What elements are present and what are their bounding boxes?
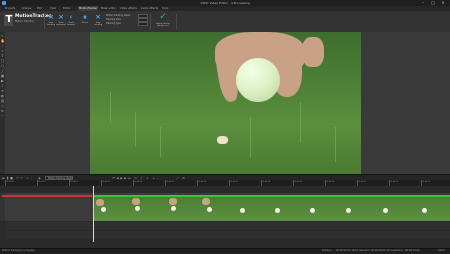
ruler-label: 00:00:10 — [326, 180, 335, 183]
apply-editing-label: Apply editing parameters — [156, 23, 170, 28]
clip-thumbnail — [128, 197, 164, 221]
sprite-tool-icon[interactable]: ◇ — [1, 104, 5, 108]
clip-thumbnail — [373, 197, 409, 221]
ruler-label: 00:00:00 — [6, 180, 15, 183]
motiontracker-logo-glyph: T — [5, 14, 13, 25]
tracking-object-label: Motion tracking object — [106, 14, 131, 17]
grass-blade — [110, 92, 111, 122]
end-selection-value: 00:00:13.00 — [405, 249, 420, 252]
app-subtitle: Motion tracking — [15, 20, 34, 23]
ribbon-separator — [150, 14, 151, 29]
text-tool-icon[interactable]: T — [1, 54, 5, 58]
ellipse-tool-icon[interactable]: ○ — [1, 64, 5, 68]
image-tool-icon[interactable]: ▣ — [1, 74, 5, 78]
clip-thumbnail — [163, 197, 199, 221]
ruler-label: 00:00:07 — [230, 180, 239, 183]
start-selection-label: Start selection: — [352, 249, 371, 252]
ruler-label: 00:00:09 — [294, 180, 303, 183]
ribbon-toolbar: T MotionTracker Motion tracking ⨯ Start … — [0, 11, 450, 33]
ruler-label: 00:00:06 — [198, 180, 207, 183]
position-label: Position: — [322, 249, 333, 252]
clip-thumbnail — [268, 197, 304, 221]
pause-icon: ⏸ — [83, 13, 87, 21]
crop-tool-icon[interactable]: ⌗ — [1, 49, 5, 53]
ruler-label: 00:00:01 — [38, 180, 47, 183]
ruler-label: 00:00:05 — [166, 180, 175, 183]
more-tools-icon[interactable]: ⋯ — [1, 114, 5, 118]
subtitle-tool-icon[interactable]: ≡ — [1, 109, 5, 113]
position-value: 00:00:03.04 — [336, 249, 351, 252]
empty-track[interactable] — [5, 231, 450, 239]
ruler-label: 00:00:11 — [358, 180, 367, 183]
stop-icon: ⨯ — [95, 13, 101, 21]
ruler-label: 00:00:02 — [70, 180, 79, 183]
grass-blade — [335, 127, 336, 162]
track-forward-label: Track forward — [67, 22, 75, 27]
chart-tool-icon[interactable]: ▥ — [1, 99, 5, 103]
mask-tool-icon[interactable]: ◐ — [1, 94, 5, 98]
grass-blade — [250, 117, 251, 157]
clip-thumbnail — [303, 197, 339, 221]
effects-tool-icon[interactable]: ✦ — [1, 89, 5, 93]
pause-label: Pause — [82, 22, 88, 24]
ruler-label: 00:00:12 — [390, 180, 399, 183]
clip-thumbnail — [408, 197, 450, 221]
golf-tee-image — [217, 136, 228, 144]
zoom-level: 100% — [438, 249, 445, 252]
track-forward-button[interactable]: ‹ Track forward — [66, 13, 76, 29]
stop-tracking-button[interactable]: ⨯ Stop tracking — [93, 13, 103, 29]
tracking-type-select[interactable] — [138, 21, 148, 26]
stop-label: Stop tracking — [93, 22, 103, 27]
track-start-icon: ⨯ — [48, 13, 54, 21]
start-selection-value: 00:00:00.00 — [371, 249, 386, 252]
track-backward-icon: ⨯ — [58, 13, 64, 21]
clip-thumbnail — [93, 197, 129, 221]
grass-blade — [160, 127, 161, 157]
zoom-tool-icon[interactable]: ⌕ — [1, 44, 5, 48]
ruler-label: 00:00:03 — [102, 180, 111, 183]
clip-thumbnail — [338, 197, 374, 221]
finger-image — [302, 37, 324, 67]
video-preview-frame[interactable] — [90, 32, 361, 174]
ruler-label: 00:00:04 — [134, 180, 143, 183]
video-tool-icon[interactable]: ▶ — [1, 79, 5, 83]
tracking-type-label: Tracking type — [106, 22, 121, 25]
timeline-playhead[interactable] — [93, 186, 94, 242]
clip-thumbnail — [198, 197, 234, 221]
tracking-area-label: Tracking area — [106, 18, 121, 21]
status-message: Motion tracking in progress — [2, 249, 35, 252]
apply-editing-button[interactable]: ✓ Apply editing parameters — [153, 13, 173, 29]
checkmark-icon: ✓ — [159, 12, 167, 22]
clip-thumbnail — [233, 197, 269, 221]
ruler-label: 00:00:08 — [262, 180, 271, 183]
ribbon-separator — [176, 14, 177, 29]
grass-blade — [300, 102, 301, 142]
untracked-range-bar — [2, 195, 92, 197]
line-tool-icon[interactable]: ╱ — [1, 69, 5, 73]
pause-tracking-button[interactable]: ⏸ Pause — [80, 13, 90, 29]
pointer-tool-icon[interactable]: ↖ — [1, 34, 5, 38]
audio-tool-icon[interactable]: ♪ — [1, 84, 5, 88]
ruler-label: 00:00:13 — [422, 180, 431, 183]
track-forward-icon: ‹ — [69, 13, 73, 21]
hand-tool-icon[interactable]: ✋ — [1, 39, 5, 43]
shape-tool-icon[interactable]: □ — [1, 59, 5, 63]
golf-ball-image — [236, 58, 280, 102]
end-selection-label: End selection: — [387, 249, 404, 252]
empty-track[interactable] — [5, 222, 450, 230]
grass-blade — [135, 112, 136, 147]
